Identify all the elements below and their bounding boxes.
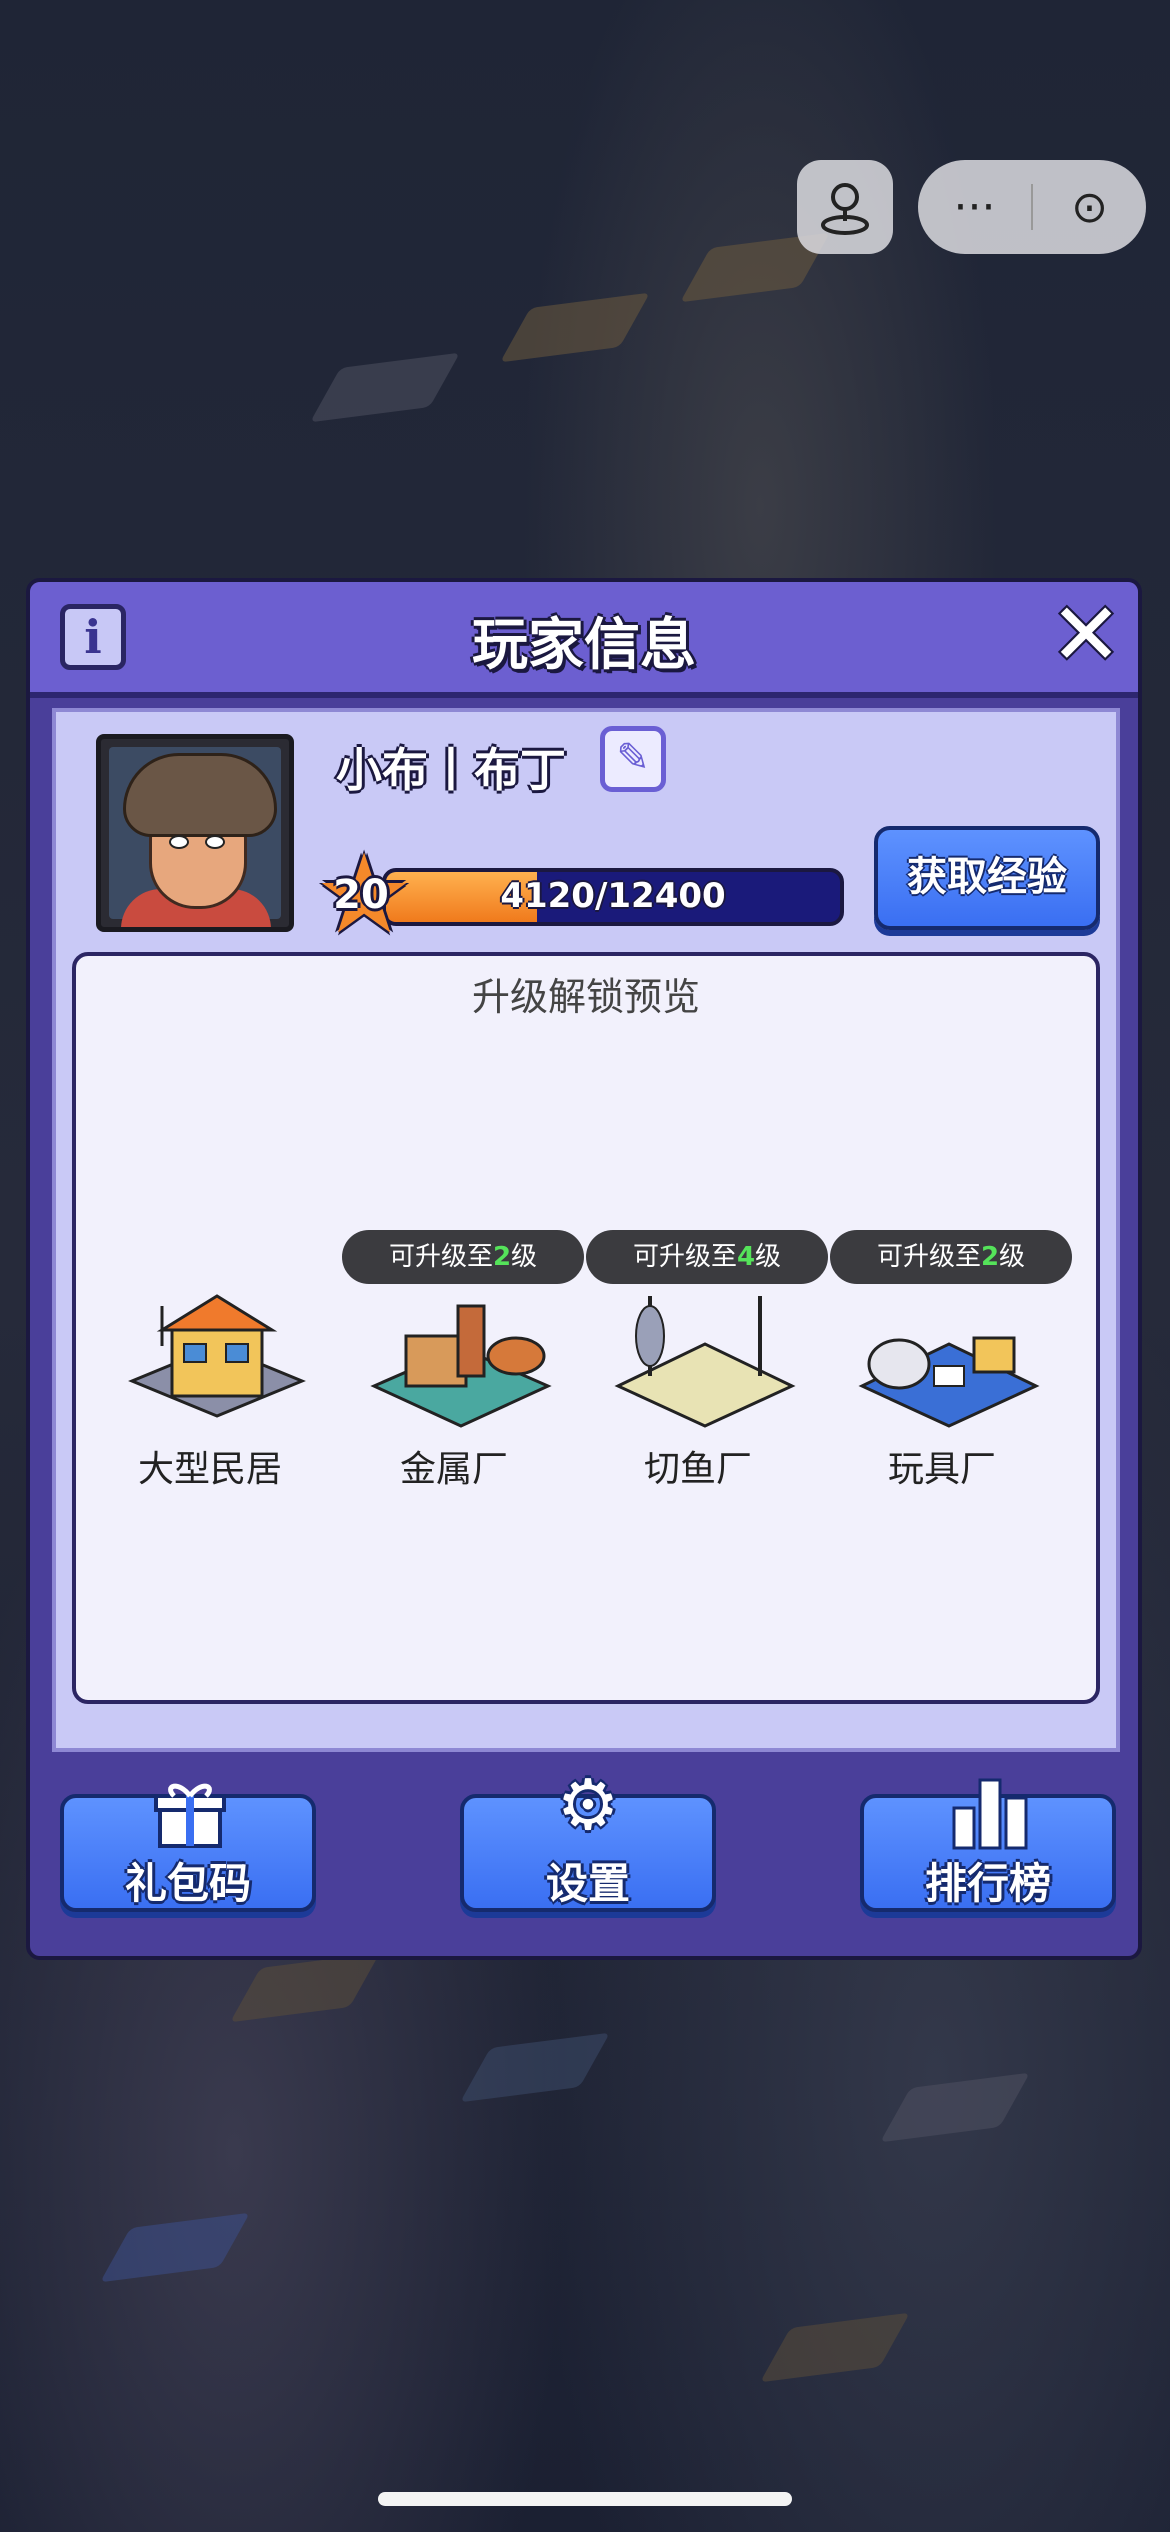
badge-suffix: 级 (999, 1242, 1026, 1272)
avatar[interactable] (96, 734, 294, 932)
panel-title: 玩家信息 (472, 613, 696, 678)
player-name: 小布丨布丁 (336, 743, 566, 797)
fish-factory-icon (614, 1296, 796, 1428)
badge-level: 4 (736, 1242, 756, 1272)
xp-progress-bar: 4120/12400 (382, 868, 844, 926)
map-tile (459, 2032, 611, 2103)
player-info-panel: i 玩家信息 ✕ 小布丨布丁 ✎ 4120/12400 ★ 20 获取经验 升级… (26, 578, 1142, 1960)
home-indicator (378, 2492, 792, 2506)
avatar-eye (169, 835, 189, 849)
upgrade-preview-box: 升级解锁预览 大型民居 可升级至2级 金属厂 可升级至4级 切鱼厂 可升级至2级… (72, 952, 1100, 1704)
bar-chart-icon (952, 1778, 1028, 1850)
map-tile (499, 292, 651, 363)
upgrade-badge: 可升级至4级 (586, 1230, 828, 1284)
toy-factory-icon (858, 1336, 1040, 1428)
map-tile (759, 2312, 911, 2383)
preview-item-large-house[interactable]: 大型民居 (102, 1236, 318, 1490)
badge-prefix: 可升级至 (632, 1242, 737, 1272)
panel-header: i 玩家信息 ✕ (30, 582, 1138, 698)
ranking-label: 排行榜 (924, 1859, 1051, 1908)
settings-button[interactable]: ⚙ 设置 (460, 1764, 716, 1912)
gift-icon (154, 1783, 226, 1848)
badge-suffix: 级 (755, 1242, 782, 1272)
metal-factory-icon (370, 1304, 552, 1428)
badge-prefix: 可升级至 (876, 1242, 981, 1272)
preview-item-fish-factory[interactable]: 可升级至4级 切鱼厂 (586, 1230, 828, 1490)
more-dots-icon[interactable]: ··· (918, 160, 1031, 254)
joystick-icon (821, 183, 869, 235)
get-xp-button[interactable]: 获取经验 (874, 826, 1100, 930)
map-tile (99, 2212, 251, 2283)
item-label: 金属厂 (399, 1449, 508, 1490)
preview-item-metal-factory[interactable]: 可升级至2级 金属厂 (342, 1230, 584, 1490)
item-label: 大型民居 (137, 1449, 282, 1490)
upgrade-badge: 可升级至2级 (830, 1230, 1072, 1284)
gear-icon: ⚙ (556, 1764, 620, 1846)
close-icon[interactable]: ✕ (1048, 592, 1124, 678)
avatar-eye (205, 835, 225, 849)
avatar-hair (123, 753, 277, 837)
xp-text: 4120/12400 (500, 876, 726, 916)
large-house-icon (128, 1294, 306, 1418)
settings-label: 设置 (545, 1859, 630, 1908)
badge-level: 2 (492, 1242, 512, 1272)
badge-level: 2 (980, 1242, 1000, 1272)
map-tile (309, 352, 461, 423)
upgrade-badge: 可升级至2级 (342, 1230, 584, 1284)
joystick-button[interactable] (797, 160, 893, 254)
gift-code-button[interactable]: 礼包码 (60, 1783, 316, 1912)
map-tile (229, 1952, 381, 2023)
gift-code-label: 礼包码 (124, 1859, 251, 1908)
preview-title: 升级解锁预览 (471, 975, 700, 1019)
item-label: 玩具厂 (887, 1449, 996, 1490)
ranking-button[interactable]: 排行榜 (860, 1778, 1116, 1912)
player-level: 20 (333, 872, 389, 918)
mini-program-capsule: ··· ⊙ (918, 160, 1146, 254)
edit-name-icon[interactable]: ✎ (600, 726, 666, 792)
badge-prefix: 可升级至 (388, 1242, 493, 1272)
map-tile (879, 2072, 1031, 2143)
badge-suffix: 级 (511, 1242, 538, 1272)
preview-item-toy-factory[interactable]: 可升级至2级 玩具厂 (830, 1230, 1072, 1490)
target-circle-icon[interactable]: ⊙ (1033, 160, 1146, 254)
item-label: 切鱼厂 (643, 1449, 752, 1490)
